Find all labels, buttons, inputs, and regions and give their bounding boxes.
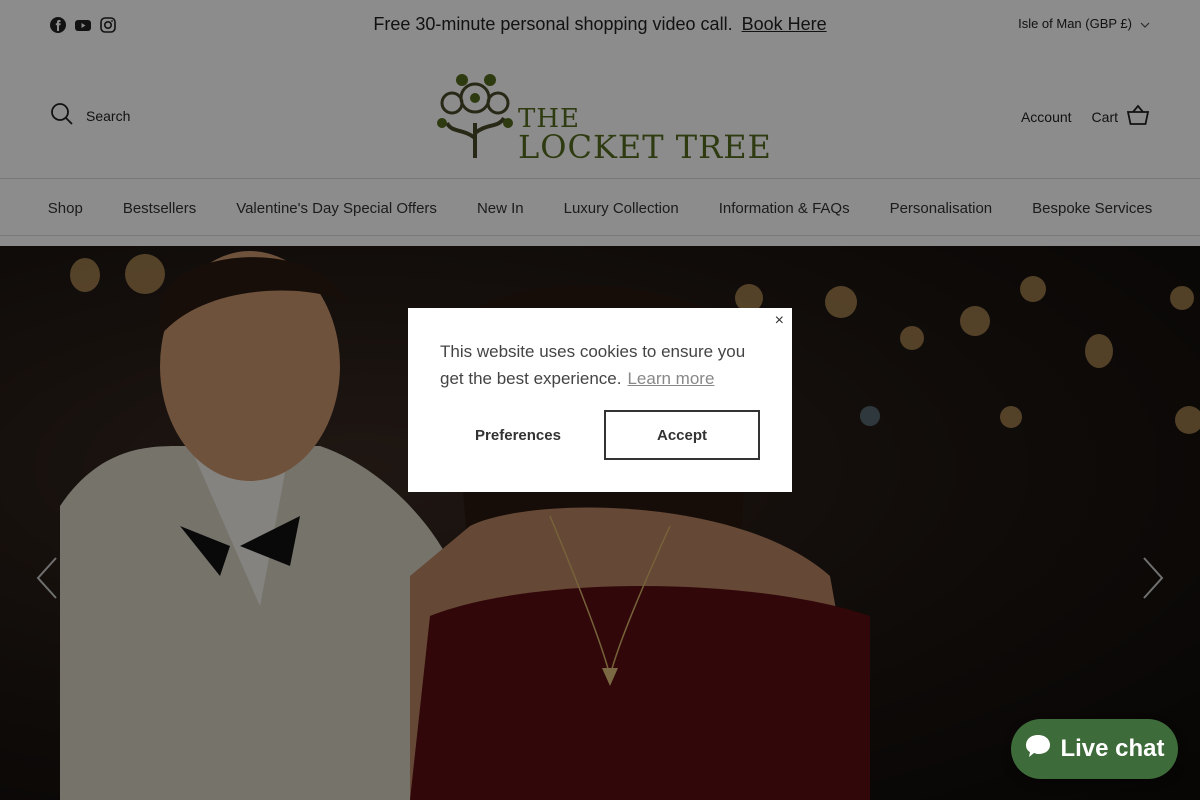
live-chat-button[interactable]: Live chat <box>1011 719 1178 779</box>
chat-bubble-icon <box>1024 733 1052 766</box>
learn-more-link[interactable]: Learn more <box>627 369 714 388</box>
close-icon[interactable]: × <box>775 312 784 330</box>
preferences-button[interactable]: Preferences <box>448 410 588 460</box>
accept-button[interactable]: Accept <box>604 410 760 460</box>
live-chat-label: Live chat <box>1060 735 1165 762</box>
cookie-message: This website uses cookies to ensure you … <box>440 338 770 392</box>
cookie-consent-dialog: × This website uses cookies to ensure yo… <box>408 308 792 492</box>
